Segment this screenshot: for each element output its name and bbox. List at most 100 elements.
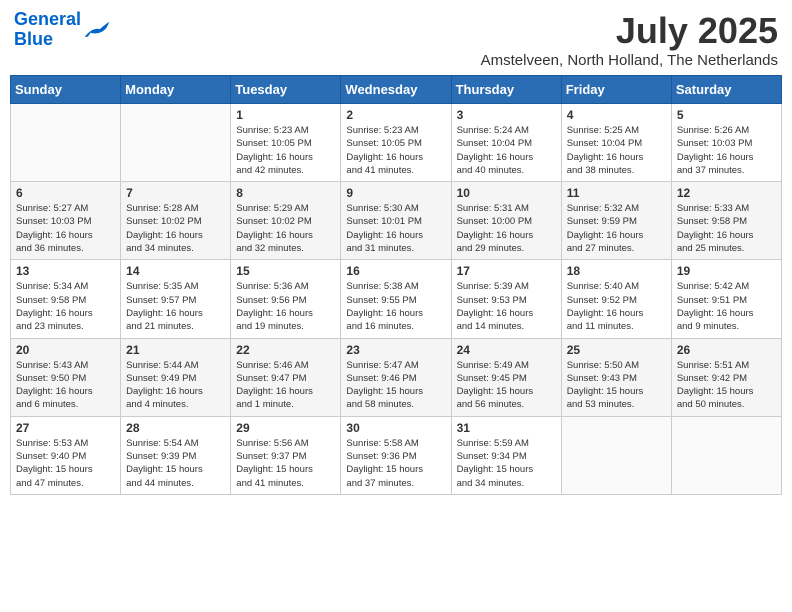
day-info: Sunrise: 5:26 AM Sunset: 10:03 PM Daylig…	[677, 124, 776, 177]
day-number: 14	[126, 264, 225, 278]
calendar-cell	[121, 104, 231, 182]
day-number: 23	[346, 343, 445, 357]
day-number: 20	[16, 343, 115, 357]
logo-general: General	[14, 9, 81, 29]
day-number: 31	[457, 421, 556, 435]
day-number: 28	[126, 421, 225, 435]
calendar-cell: 23 Sunrise: 5:47 AM Sunset: 9:46 PM Dayli…	[341, 338, 451, 416]
weekday-header: Monday	[121, 76, 231, 104]
calendar-cell: 1 Sunrise: 5:23 AM Sunset: 10:05 PM Dayli…	[231, 104, 341, 182]
day-info: Sunrise: 5:38 AM Sunset: 9:55 PM Dayligh…	[346, 280, 445, 333]
calendar-cell: 19 Sunrise: 5:42 AM Sunset: 9:51 PM Dayli…	[671, 260, 781, 338]
weekday-header: Saturday	[671, 76, 781, 104]
day-info: Sunrise: 5:39 AM Sunset: 9:53 PM Dayligh…	[457, 280, 556, 333]
calendar-cell: 2 Sunrise: 5:23 AM Sunset: 10:05 PM Dayli…	[341, 104, 451, 182]
day-info: Sunrise: 5:31 AM Sunset: 10:00 PM Daylig…	[457, 202, 556, 255]
calendar-week-row: 20Sunrise: 5:43 AM Sunset: 9:50 PM Dayli…	[11, 338, 782, 416]
calendar-cell: 22 Sunrise: 5:46 AM Sunset: 9:47 PM Dayli…	[231, 338, 341, 416]
day-info: Sunrise: 5:56 AM Sunset: 9:37 PM Dayligh…	[236, 437, 335, 490]
calendar-cell: 31 Sunrise: 5:59 AM Sunset: 9:34 PM Dayli…	[451, 416, 561, 494]
calendar-cell	[11, 104, 121, 182]
day-number: 12	[677, 186, 776, 200]
day-info: Sunrise: 5:54 AM Sunset: 9:39 PM Dayligh…	[126, 437, 225, 490]
day-number: 19	[677, 264, 776, 278]
day-info: Sunrise: 5:32 AM Sunset: 9:59 PM Dayligh…	[567, 202, 666, 255]
day-number: 10	[457, 186, 556, 200]
calendar-cell: 3 Sunrise: 5:24 AM Sunset: 10:04 PM Dayli…	[451, 104, 561, 182]
day-info: Sunrise: 5:47 AM Sunset: 9:46 PM Dayligh…	[346, 359, 445, 412]
day-number: 2	[346, 108, 445, 122]
day-info: Sunrise: 5:24 AM Sunset: 10:04 PM Daylig…	[457, 124, 556, 177]
day-number: 8	[236, 186, 335, 200]
logo: General Blue	[14, 10, 111, 50]
calendar-cell: 4 Sunrise: 5:25 AM Sunset: 10:04 PM Dayli…	[561, 104, 671, 182]
calendar-cell: 12 Sunrise: 5:33 AM Sunset: 9:58 PM Dayli…	[671, 182, 781, 260]
calendar-cell: 16 Sunrise: 5:38 AM Sunset: 9:55 PM Dayli…	[341, 260, 451, 338]
calendar-cell: 17Sunrise: 5:39 AM Sunset: 9:53 PM Dayli…	[451, 260, 561, 338]
day-number: 27	[16, 421, 115, 435]
calendar-cell: 18 Sunrise: 5:40 AM Sunset: 9:52 PM Dayli…	[561, 260, 671, 338]
calendar-week-row: 6Sunrise: 5:27 AM Sunset: 10:03 PM Dayli…	[11, 182, 782, 260]
weekday-header: Tuesday	[231, 76, 341, 104]
day-number: 5	[677, 108, 776, 122]
calendar-cell: 21Sunrise: 5:44 AM Sunset: 9:49 PM Dayli…	[121, 338, 231, 416]
day-number: 22	[236, 343, 335, 357]
calendar-cell: 11Sunrise: 5:32 AM Sunset: 9:59 PM Dayli…	[561, 182, 671, 260]
day-info: Sunrise: 5:40 AM Sunset: 9:52 PM Dayligh…	[567, 280, 666, 333]
day-info: Sunrise: 5:58 AM Sunset: 9:36 PM Dayligh…	[346, 437, 445, 490]
weekday-header: Sunday	[11, 76, 121, 104]
day-info: Sunrise: 5:30 AM Sunset: 10:01 PM Daylig…	[346, 202, 445, 255]
title-section: July 2025 Amstelveen, North Holland, The…	[481, 10, 778, 69]
day-info: Sunrise: 5:25 AM Sunset: 10:04 PM Daylig…	[567, 124, 666, 177]
day-info: Sunrise: 5:33 AM Sunset: 9:58 PM Dayligh…	[677, 202, 776, 255]
calendar-cell: 7Sunrise: 5:28 AM Sunset: 10:02 PM Dayli…	[121, 182, 231, 260]
day-info: Sunrise: 5:23 AM Sunset: 10:05 PM Daylig…	[346, 124, 445, 177]
page-header: General Blue July 2025 Amstelveen, North…	[10, 10, 782, 69]
month-year: July 2025	[481, 10, 778, 52]
day-info: Sunrise: 5:46 AM Sunset: 9:47 PM Dayligh…	[236, 359, 335, 412]
calendar-cell: 26Sunrise: 5:51 AM Sunset: 9:42 PM Dayli…	[671, 338, 781, 416]
weekday-header-row: SundayMondayTuesdayWednesdayThursdayFrid…	[11, 76, 782, 104]
day-number: 18	[567, 264, 666, 278]
calendar-week-row: 27Sunrise: 5:53 AM Sunset: 9:40 PM Dayli…	[11, 416, 782, 494]
calendar-cell: 5 Sunrise: 5:26 AM Sunset: 10:03 PM Dayli…	[671, 104, 781, 182]
day-info: Sunrise: 5:28 AM Sunset: 10:02 PM Daylig…	[126, 202, 225, 255]
day-number: 13	[16, 264, 115, 278]
day-number: 9	[346, 186, 445, 200]
day-info: Sunrise: 5:23 AM Sunset: 10:05 PM Daylig…	[236, 124, 335, 177]
logo-text: General Blue	[14, 10, 81, 50]
day-number: 3	[457, 108, 556, 122]
day-number: 16	[346, 264, 445, 278]
calendar-cell: 27Sunrise: 5:53 AM Sunset: 9:40 PM Dayli…	[11, 416, 121, 494]
day-number: 6	[16, 186, 115, 200]
day-info: Sunrise: 5:35 AM Sunset: 9:57 PM Dayligh…	[126, 280, 225, 333]
calendar-cell: 24Sunrise: 5:49 AM Sunset: 9:45 PM Dayli…	[451, 338, 561, 416]
day-info: Sunrise: 5:59 AM Sunset: 9:34 PM Dayligh…	[457, 437, 556, 490]
calendar-cell: 30 Sunrise: 5:58 AM Sunset: 9:36 PM Dayli…	[341, 416, 451, 494]
calendar-week-row: 13Sunrise: 5:34 AM Sunset: 9:58 PM Dayli…	[11, 260, 782, 338]
day-info: Sunrise: 5:29 AM Sunset: 10:02 PM Daylig…	[236, 202, 335, 255]
day-info: Sunrise: 5:36 AM Sunset: 9:56 PM Dayligh…	[236, 280, 335, 333]
location: Amstelveen, North Holland, The Netherlan…	[481, 52, 778, 69]
day-info: Sunrise: 5:42 AM Sunset: 9:51 PM Dayligh…	[677, 280, 776, 333]
weekday-header: Friday	[561, 76, 671, 104]
calendar-cell: 10 Sunrise: 5:31 AM Sunset: 10:00 PM Dayl…	[451, 182, 561, 260]
calendar-cell	[561, 416, 671, 494]
calendar-table: SundayMondayTuesdayWednesdayThursdayFrid…	[10, 75, 782, 495]
calendar-cell: 9 Sunrise: 5:30 AM Sunset: 10:01 PM Dayli…	[341, 182, 451, 260]
day-number: 1	[236, 108, 335, 122]
day-info: Sunrise: 5:50 AM Sunset: 9:43 PM Dayligh…	[567, 359, 666, 412]
day-info: Sunrise: 5:49 AM Sunset: 9:45 PM Dayligh…	[457, 359, 556, 412]
day-number: 30	[346, 421, 445, 435]
calendar-cell: 14 Sunrise: 5:35 AM Sunset: 9:57 PM Dayli…	[121, 260, 231, 338]
calendar-cell: 28 Sunrise: 5:54 AM Sunset: 9:39 PM Dayli…	[121, 416, 231, 494]
day-number: 29	[236, 421, 335, 435]
calendar-cell: 20Sunrise: 5:43 AM Sunset: 9:50 PM Dayli…	[11, 338, 121, 416]
calendar-cell: 13Sunrise: 5:34 AM Sunset: 9:58 PM Dayli…	[11, 260, 121, 338]
calendar-cell: 15 Sunrise: 5:36 AM Sunset: 9:56 PM Dayli…	[231, 260, 341, 338]
calendar-cell: 8 Sunrise: 5:29 AM Sunset: 10:02 PM Dayli…	[231, 182, 341, 260]
day-number: 4	[567, 108, 666, 122]
calendar-week-row: 1 Sunrise: 5:23 AM Sunset: 10:05 PM Dayli…	[11, 104, 782, 182]
day-number: 15	[236, 264, 335, 278]
day-info: Sunrise: 5:51 AM Sunset: 9:42 PM Dayligh…	[677, 359, 776, 412]
